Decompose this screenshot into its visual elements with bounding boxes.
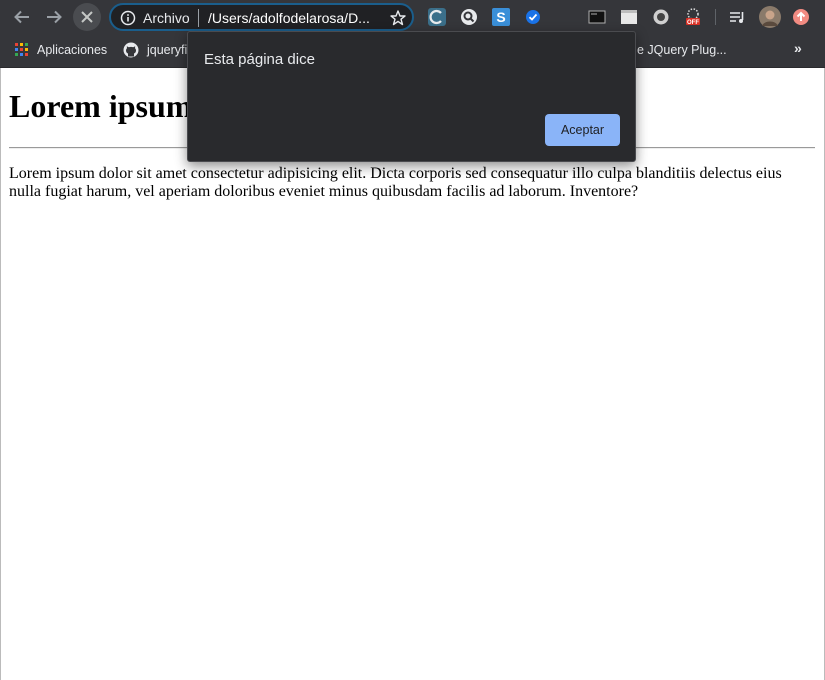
bookmark-jquery-plugins[interactable]: e JQuery Plug... bbox=[637, 41, 727, 59]
back-button[interactable] bbox=[8, 3, 36, 31]
bookmark-label: Aplicaciones bbox=[37, 43, 108, 57]
close-icon bbox=[81, 11, 93, 23]
apps-grid-icon bbox=[15, 43, 28, 56]
address-bar[interactable]: Archivo /Users/adolfodelarosa/D... bbox=[109, 3, 414, 31]
bookmark-star-icon[interactable] bbox=[389, 9, 407, 27]
svg-text:OFF: OFF bbox=[687, 20, 699, 26]
bookmark-aplicaciones[interactable]: Aplicaciones bbox=[15, 41, 107, 59]
reading-list-icon[interactable] bbox=[728, 8, 746, 26]
extension-s-icon[interactable]: S bbox=[492, 8, 510, 26]
bookmark-jqueryfi[interactable]: jqueryfi bbox=[123, 41, 187, 59]
dialog-title: Esta página dice bbox=[204, 51, 315, 68]
forward-button[interactable] bbox=[40, 3, 68, 31]
toolbar-divider bbox=[715, 9, 716, 25]
more-bookmarks-chevron-icon[interactable]: » bbox=[794, 40, 802, 56]
arrow-right-icon bbox=[47, 10, 62, 24]
bookmark-label: jqueryfi bbox=[147, 43, 188, 57]
url-text[interactable]: /Users/adolfodelarosa/D... bbox=[208, 10, 378, 26]
extension-off-icon[interactable]: OFF bbox=[684, 8, 702, 26]
extension-record-icon[interactable] bbox=[652, 8, 670, 26]
github-icon bbox=[123, 42, 139, 58]
bookmark-label: e JQuery Plug... bbox=[637, 43, 727, 57]
omnibox-divider bbox=[198, 9, 199, 27]
extension-window-icon[interactable] bbox=[620, 8, 638, 26]
stop-loading-button[interactable] bbox=[73, 3, 101, 31]
svg-text:S: S bbox=[496, 9, 505, 25]
omnibox-scheme-label: Archivo bbox=[143, 10, 190, 26]
extension-search-icon[interactable] bbox=[460, 8, 478, 26]
extension-c-icon[interactable] bbox=[428, 8, 446, 26]
info-icon[interactable] bbox=[120, 10, 136, 26]
update-icon[interactable] bbox=[792, 8, 810, 26]
profile-avatar[interactable] bbox=[759, 6, 781, 28]
extension-terminal-icon[interactable] bbox=[588, 8, 606, 26]
browser-toolbar: Archivo /Users/adolfodelarosa/D... S OFF bbox=[0, 0, 825, 34]
alert-dialog: Esta página dice Aceptar bbox=[187, 31, 636, 162]
accept-button[interactable]: Aceptar bbox=[545, 114, 620, 146]
arrow-left-icon bbox=[14, 10, 29, 24]
page-heading: Lorem ipsum bbox=[9, 88, 193, 124]
extension-check-icon[interactable] bbox=[524, 8, 542, 26]
page-paragraph: Lorem ipsum dolor sit amet consectetur a… bbox=[9, 165, 782, 200]
